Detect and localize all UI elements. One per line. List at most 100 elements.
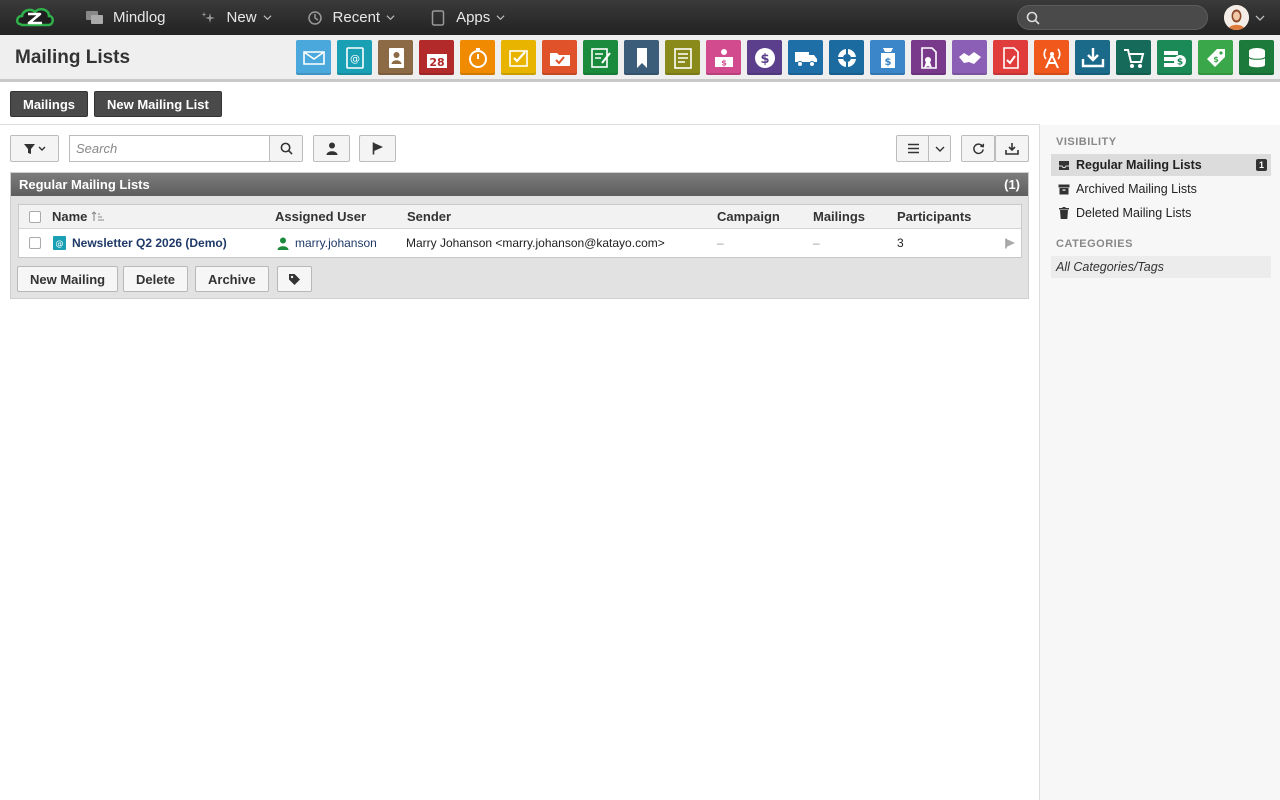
page-header: Mailing Lists @28 $ $ $ $ $: [0, 35, 1280, 82]
download-icon: [1005, 143, 1019, 155]
refresh-button[interactable]: [961, 135, 995, 162]
archive-button[interactable]: Archive: [195, 266, 269, 292]
tag-icon: [289, 273, 300, 285]
app-launcher-bar: @28 $ $ $ $ $: [296, 40, 1280, 75]
tag-button[interactable]: [277, 266, 312, 292]
campaigns-app-icon[interactable]: [1034, 40, 1069, 75]
select-all-checkbox[interactable]: [29, 210, 41, 223]
notes-app-icon[interactable]: [583, 40, 618, 75]
sidebar-item-deleted-mailing-lists[interactable]: Deleted Mailing Lists: [1051, 202, 1271, 224]
search-input[interactable]: [69, 135, 270, 162]
sender-value: Marry Johanson <marry.johanson@katayo.co…: [406, 236, 665, 250]
view-mode-dropdown[interactable]: [928, 135, 951, 162]
svg-text:@: @: [350, 54, 360, 65]
shop-app-icon[interactable]: [1116, 40, 1151, 75]
table-header: Name Assigned User Sender Campaign Maili…: [19, 205, 1021, 229]
nav-recent[interactable]: Recent: [306, 9, 396, 26]
contracts-app-icon[interactable]: [911, 40, 946, 75]
svg-text:28: 28: [429, 56, 444, 69]
invoices-app-icon[interactable]: [993, 40, 1028, 75]
tab-mailings[interactable]: Mailings: [10, 91, 89, 117]
table-row[interactable]: @ Newsletter Q2 2026 (Demo) marry.johans…: [19, 229, 1021, 257]
tab-new-mailing-list[interactable]: New Mailing List: [94, 91, 222, 117]
documents-app-icon[interactable]: [665, 40, 700, 75]
mailing-list-app-icon[interactable]: @: [337, 40, 372, 75]
payments-app-icon[interactable]: $: [870, 40, 905, 75]
mail-app-icon[interactable]: [296, 40, 331, 75]
sidebar-item-all-categories[interactable]: All Categories/Tags: [1051, 256, 1271, 278]
column-campaign-header[interactable]: Campaign: [717, 205, 780, 228]
flag-filter-button[interactable]: [359, 135, 396, 162]
finance-app-icon[interactable]: $: [747, 40, 782, 75]
refresh-icon: [972, 143, 984, 155]
user-icon: [326, 142, 337, 155]
right-sidebar: VISIBILITY Regular Mailing Lists 1 Archi…: [1039, 125, 1280, 800]
participants-value: 3: [897, 236, 904, 250]
mailing-lists-panel: Regular Mailing Lists (1) Name Assigned …: [10, 172, 1029, 299]
chat-icon: [86, 10, 104, 25]
shipping-app-icon[interactable]: [788, 40, 823, 75]
chevron-down-icon[interactable]: [1255, 13, 1265, 23]
svg-text:$: $: [760, 52, 769, 67]
nav-mindlog[interactable]: Mindlog: [86, 9, 166, 26]
row-checkbox[interactable]: [29, 237, 41, 249]
filter-dropdown-button[interactable]: [10, 135, 59, 162]
inbox-icon: [1057, 158, 1071, 172]
count-badge: 1: [1256, 159, 1267, 171]
sort-ascending-icon: [92, 211, 105, 221]
cash-app-icon[interactable]: $: [1157, 40, 1192, 75]
history-icon: [306, 10, 324, 25]
sidebar-item-regular-mailing-lists[interactable]: Regular Mailing Lists 1: [1051, 154, 1271, 176]
downloads-app-icon[interactable]: [1075, 40, 1110, 75]
divider: [0, 124, 1040, 125]
database-app-icon[interactable]: [1239, 40, 1274, 75]
page-title: Mailing Lists: [15, 47, 131, 68]
column-sender-header[interactable]: Sender: [407, 205, 451, 228]
flag-icon: [372, 142, 383, 155]
projects-app-icon[interactable]: [542, 40, 577, 75]
sparkle-icon: [200, 11, 218, 25]
bookmarks-app-icon[interactable]: [624, 40, 659, 75]
nav-label: Apps: [456, 9, 491, 26]
chevron-down-icon: [935, 146, 944, 152]
nav-apps[interactable]: Apps: [429, 9, 505, 26]
trash-icon: [1057, 206, 1071, 220]
sidebar-item-label: Deleted Mailing Lists: [1076, 206, 1192, 220]
panel-header: Regular Mailing Lists (1): [11, 173, 1028, 196]
new-mailing-button[interactable]: New Mailing: [17, 266, 119, 292]
deals-app-icon[interactable]: [952, 40, 987, 75]
export-button[interactable]: [995, 135, 1029, 162]
view-mode-button[interactable]: [896, 135, 929, 162]
avatar[interactable]: [1224, 5, 1249, 30]
sidebar-item-archived-mailing-lists[interactable]: Archived Mailing Lists: [1051, 178, 1271, 200]
user-icon: [277, 237, 289, 250]
archive-icon: [1057, 182, 1071, 196]
nav-label: New: [226, 9, 257, 26]
tasks-app-icon[interactable]: [501, 40, 536, 75]
my-items-button[interactable]: [313, 135, 350, 162]
timer-app-icon[interactable]: [460, 40, 495, 75]
global-search-input[interactable]: [1017, 5, 1208, 30]
row-flag-button[interactable]: [1005, 229, 1016, 257]
svg-text:$: $: [1213, 55, 1219, 64]
column-name-header[interactable]: Name: [52, 205, 105, 228]
column-participants-header[interactable]: Participants: [897, 205, 971, 228]
column-assigned-user-header[interactable]: Assigned User: [275, 205, 366, 228]
flag-icon: [1005, 238, 1015, 248]
mailing-lists-table: Name Assigned User Sender Campaign Maili…: [18, 204, 1022, 258]
search-button[interactable]: [269, 135, 303, 162]
pos-app-icon[interactable]: $: [706, 40, 741, 75]
chevron-down-icon: [496, 15, 505, 21]
calendar-app-icon[interactable]: 28: [419, 40, 454, 75]
mailing-list-name-link[interactable]: Newsletter Q2 2026 (Demo): [72, 229, 227, 257]
sidebar-item-label: Regular Mailing Lists: [1076, 158, 1202, 172]
contacts-app-icon[interactable]: [378, 40, 413, 75]
campaign-value: –: [717, 236, 724, 250]
support-app-icon[interactable]: [829, 40, 864, 75]
zoho-logo-icon[interactable]: [14, 4, 56, 32]
delete-button[interactable]: Delete: [123, 266, 189, 292]
pricing-app-icon[interactable]: $: [1198, 40, 1233, 75]
column-mailings-header[interactable]: Mailings: [813, 205, 865, 228]
nav-new[interactable]: New: [200, 9, 272, 26]
assigned-user-link[interactable]: marry.johanson: [295, 229, 377, 257]
